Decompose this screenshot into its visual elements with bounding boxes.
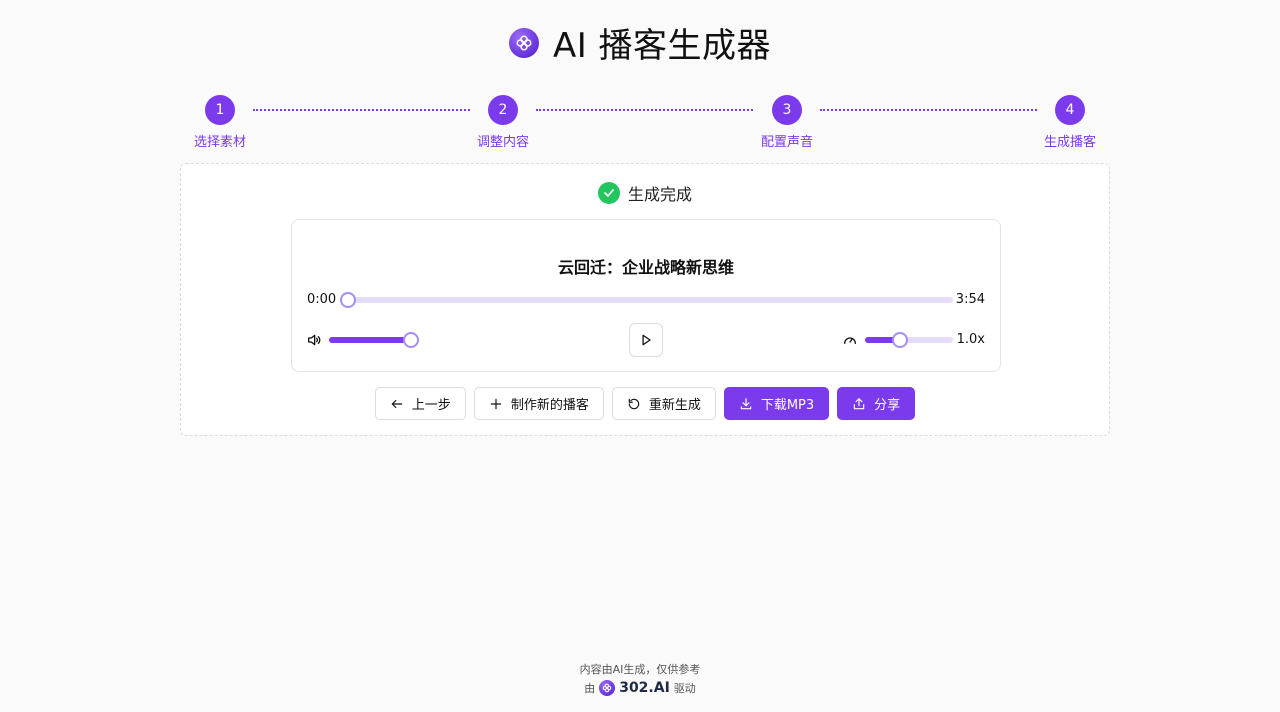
duration: 3:54 [955, 292, 985, 307]
step-connector [820, 109, 1037, 111]
progress-thumb[interactable] [340, 292, 356, 308]
step-3[interactable]: 3 配置声音 [747, 95, 827, 150]
new-podcast-button[interactable]: 制作新的播客 [473, 387, 604, 420]
share-icon [853, 397, 865, 409]
download-icon [740, 397, 752, 409]
download-mp3-button[interactable]: 下载MP3 [723, 387, 830, 420]
result-card: 生成完成 云回迁：企业战略新思维 0:00 3:54 1.0x 上一步 制作新的… [180, 163, 1110, 436]
step-label: 调整内容 [476, 135, 529, 150]
step-label: 选择素材 [193, 135, 246, 150]
brand-logo-icon [599, 680, 616, 696]
step-connector [253, 109, 470, 111]
step-number: 2 [488, 95, 518, 125]
page: AI 播客生成器 1 选择素材 2 调整内容 3 配置声音 4 生成播客 生成完… [0, 0, 1280, 712]
step-number: 1 [205, 95, 235, 125]
download-label: 下载MP3 [760, 398, 815, 413]
podcast-title: 云回迁：企业战略新思维 [557, 258, 734, 277]
volume-icon[interactable] [306, 332, 322, 348]
speedometer-icon [842, 332, 858, 348]
speed-thumb[interactable] [892, 332, 909, 348]
step-connector [536, 109, 753, 111]
step-label: 配置声音 [760, 135, 813, 150]
play-button[interactable] [629, 323, 663, 357]
app-title: AI 播客生成器 [552, 26, 772, 66]
audio-player: 云回迁：企业战略新思维 0:00 3:54 1.0x [291, 219, 1001, 372]
speed-value: 1.0x [956, 332, 985, 347]
current-time: 0:00 [307, 292, 337, 307]
volume-slider[interactable] [329, 332, 419, 348]
app-header: AI 播客生成器 [0, 18, 1280, 67]
step-number: 3 [772, 95, 802, 125]
status-banner: 生成完成 [181, 181, 1109, 205]
volume-thumb[interactable] [403, 332, 419, 348]
progress-slider[interactable] [340, 292, 953, 308]
ai-disclaimer: 内容由AI生成，仅供参考 [579, 663, 701, 676]
brand-name[interactable]: 302.AI [619, 680, 670, 696]
regenerate-label: 重新生成 [648, 398, 701, 413]
flower-logo-icon [508, 27, 539, 58]
check-circle-icon [597, 182, 620, 204]
share-label: 分享 [874, 398, 901, 413]
play-icon [642, 334, 651, 346]
speed-slider[interactable] [865, 332, 953, 348]
arrow-left-icon [391, 399, 403, 408]
step-4[interactable]: 4 生成播客 [1030, 95, 1110, 150]
step-label: 生成播客 [1043, 135, 1096, 150]
step-number: 4 [1055, 95, 1085, 125]
footer: 内容由AI生成，仅供参考 由 302.AI 驱动 [0, 661, 1280, 696]
powered-prefix: 由 [584, 682, 596, 695]
volume-fill [329, 337, 411, 343]
regenerate-button[interactable]: 重新生成 [611, 387, 716, 420]
status-text: 生成完成 [627, 185, 692, 204]
back-label: 上一步 [411, 398, 451, 413]
share-button[interactable]: 分享 [837, 387, 916, 420]
new-podcast-label: 制作新的播客 [510, 398, 589, 413]
plus-icon [490, 398, 502, 409]
refresh-icon [628, 398, 640, 409]
back-button[interactable]: 上一步 [374, 387, 466, 420]
action-bar: 上一步 制作新的播客 重新生成 下载MP3 分享 [181, 387, 1109, 420]
step-2[interactable]: 2 调整内容 [463, 95, 543, 150]
powered-by: 由 302.AI 驱动 [0, 680, 1280, 696]
progress-stepper: 1 选择素材 2 调整内容 3 配置声音 4 生成播客 [180, 95, 1110, 155]
step-1[interactable]: 1 选择素材 [180, 95, 260, 150]
powered-suffix: 驱动 [673, 682, 696, 695]
